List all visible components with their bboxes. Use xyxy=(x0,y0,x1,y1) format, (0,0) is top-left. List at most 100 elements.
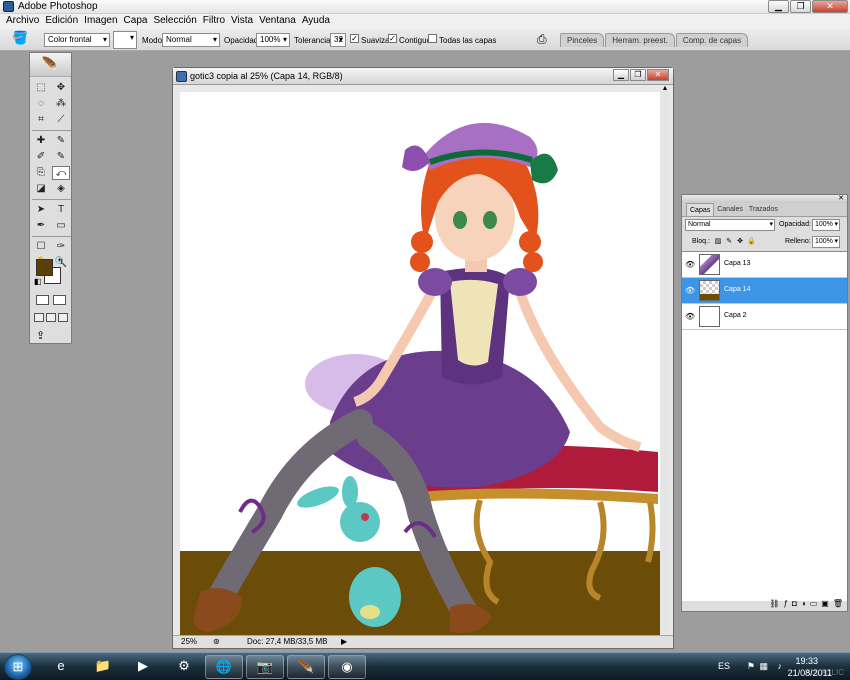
close-button[interactable]: ✕ xyxy=(812,0,848,13)
swap-colors-icon[interactable]: ↰ xyxy=(57,257,64,266)
lock-all-icon[interactable]: 🔒 xyxy=(747,238,756,246)
layer-row-capa-13[interactable]: 👁 Capa 13 xyxy=(682,252,847,278)
tolerance-input[interactable]: 32 xyxy=(330,33,346,47)
lasso-tool-icon[interactable]: ◌ xyxy=(32,97,50,111)
notes-tool-icon[interactable]: ☐ xyxy=(32,240,50,254)
volume-icon[interactable]: ♪ xyxy=(778,661,783,671)
all-layers-checkbox[interactable] xyxy=(428,34,437,43)
menu-seleccion[interactable]: Selección xyxy=(150,14,199,29)
photoshop-taskbar-icon[interactable]: 🪶 xyxy=(287,655,325,679)
menu-archivo[interactable]: Archivo xyxy=(3,14,42,29)
palette-close-icon[interactable]: ✕ xyxy=(838,194,844,202)
clone-stamp-icon[interactable]: ✐ xyxy=(32,150,50,164)
minimize-button[interactable]: ▁ xyxy=(768,0,789,13)
opacity-input[interactable]: 100% xyxy=(256,33,290,47)
blend-mode-select[interactable]: Normal xyxy=(685,219,775,231)
language-indicator[interactable]: ES xyxy=(718,661,730,671)
menu-ventana[interactable]: Ventana xyxy=(256,14,299,29)
shape-tool-icon[interactable]: ▭ xyxy=(52,219,70,233)
eye-icon[interactable]: 👁 xyxy=(685,312,695,321)
crop-tool-icon[interactable]: ⌗ xyxy=(32,113,50,127)
new-group-icon[interactable]: ▭ xyxy=(810,599,818,611)
paint-bucket-tool-icon[interactable]: ⤺ xyxy=(52,166,70,180)
eraser-tool-icon[interactable]: ⎘ xyxy=(32,166,50,180)
layer-opacity-input[interactable]: 100% xyxy=(812,219,840,231)
well-tab-composiciones[interactable]: Comp. de capas xyxy=(675,33,749,47)
status-menu-arrow-icon[interactable]: ▶ xyxy=(341,637,347,646)
healing-brush-icon[interactable]: ✚ xyxy=(32,134,50,148)
menu-filtro[interactable]: Filtro xyxy=(200,14,228,29)
tab-canales[interactable]: Canales xyxy=(714,203,746,216)
scroll-up-arrow-icon[interactable]: ▲ xyxy=(660,85,670,92)
tab-trazados[interactable]: Trazados xyxy=(746,203,781,216)
move-tool-icon[interactable]: ✥ xyxy=(52,81,70,95)
media-player-icon[interactable]: ▶ xyxy=(124,655,162,679)
new-layer-icon[interactable]: ▣ xyxy=(821,599,829,611)
pattern-picker[interactable] xyxy=(113,31,137,49)
start-button[interactable]: ⊞ xyxy=(4,654,32,680)
palette-title-strip[interactable]: ✕ xyxy=(682,195,847,203)
add-mask-icon[interactable]: ◘ xyxy=(792,599,797,611)
default-colors-icon[interactable]: ◧ xyxy=(34,277,42,286)
delete-layer-icon[interactable]: 🗑 xyxy=(833,599,843,611)
pen-tool-icon[interactable]: ✒ xyxy=(32,219,50,233)
image-canvas[interactable] xyxy=(180,92,660,635)
zoom-level[interactable]: 25% xyxy=(181,637,197,646)
lock-pixels-icon[interactable]: ✎ xyxy=(725,238,733,246)
menu-edicion[interactable]: Edición xyxy=(42,14,81,29)
fill-input[interactable]: 100% xyxy=(812,236,840,248)
link-layers-icon[interactable]: ⛓ xyxy=(769,599,779,611)
document-minimize-button[interactable]: ▁ xyxy=(613,69,629,81)
document-close-button[interactable]: ✕ xyxy=(647,69,669,81)
foreground-color-swatch[interactable] xyxy=(36,259,53,276)
menu-capa[interactable]: Capa xyxy=(121,14,151,29)
path-selection-icon[interactable]: ➤ xyxy=(32,203,50,217)
settings-app-icon[interactable]: ⚙ xyxy=(165,655,203,679)
fill-source-select[interactable]: Color frontal xyxy=(44,33,110,47)
flag-icon[interactable]: ⚑ xyxy=(747,661,755,672)
mode-select[interactable]: Normal xyxy=(162,33,220,47)
quick-mask-icon[interactable] xyxy=(53,295,66,305)
antialias-checkbox[interactable]: ✓ xyxy=(350,34,359,43)
layer-row-capa-14[interactable]: 👁 Capa 14 xyxy=(682,278,847,304)
well-tab-pinceles[interactable]: Pinceles xyxy=(560,33,605,47)
network-icon[interactable]: ▦ xyxy=(759,661,768,672)
eyedropper-tool-icon[interactable]: ✑ xyxy=(52,240,70,254)
standard-mode-icon[interactable] xyxy=(36,295,49,305)
document-restore-button[interactable]: ❐ xyxy=(630,69,646,81)
paint-bucket-icon[interactable]: 🪣 xyxy=(12,30,28,46)
feather-logo-icon[interactable]: 🪶 xyxy=(30,53,71,77)
lock-transparency-icon[interactable]: ▨ xyxy=(714,238,722,246)
menu-vista[interactable]: Vista xyxy=(228,14,256,29)
magic-wand-icon[interactable]: ⁂ xyxy=(52,97,70,111)
adjustment-layer-icon[interactable]: ◑ xyxy=(801,599,806,611)
brush-tool-icon[interactable]: ✎ xyxy=(52,134,70,148)
file-browser-icon[interactable]: ⎙ xyxy=(537,32,547,47)
jump-to-imageready-icon[interactable]: ⇪ xyxy=(36,329,45,342)
contiguous-checkbox[interactable]: ✓ xyxy=(388,34,397,43)
slice-tool-icon[interactable]: ⟋ xyxy=(52,113,70,127)
clock-time[interactable]: 19:33 xyxy=(795,656,818,666)
well-tab-herramientas[interactable]: Herram. preest. xyxy=(605,33,675,47)
blur-tool-icon[interactable]: ◪ xyxy=(32,182,50,196)
chrome-icon[interactable]: ◉ xyxy=(328,655,366,679)
restore-button[interactable]: ❐ xyxy=(790,0,811,13)
type-tool-icon[interactable]: T xyxy=(52,203,70,217)
history-brush-icon[interactable]: ✎ xyxy=(52,150,70,164)
status-info-icon[interactable]: ⊛ xyxy=(213,637,220,646)
messenger-icon[interactable]: 🌐 xyxy=(205,655,243,679)
screen-mode-standard-icon[interactable] xyxy=(34,313,44,322)
internet-explorer-icon[interactable]: e xyxy=(42,655,80,679)
lock-position-icon[interactable]: ✥ xyxy=(736,238,744,246)
menu-imagen[interactable]: Imagen xyxy=(81,14,120,29)
menu-ayuda[interactable]: Ayuda xyxy=(299,14,333,29)
folder-icon[interactable]: 📁 xyxy=(84,655,122,679)
eye-icon[interactable]: 👁 xyxy=(685,286,695,295)
screen-mode-full-icon[interactable] xyxy=(58,313,68,322)
camera-app-icon[interactable]: 📷 xyxy=(246,655,284,679)
document-vertical-scrollbar[interactable]: ▲ xyxy=(660,85,670,637)
tab-capas[interactable]: Capas xyxy=(686,203,715,216)
layer-row-capa-2[interactable]: 👁 Capa 2 xyxy=(682,304,847,330)
marquee-tool-icon[interactable]: ⬚ xyxy=(32,81,50,95)
layer-style-icon[interactable]: ƒ xyxy=(784,599,788,611)
